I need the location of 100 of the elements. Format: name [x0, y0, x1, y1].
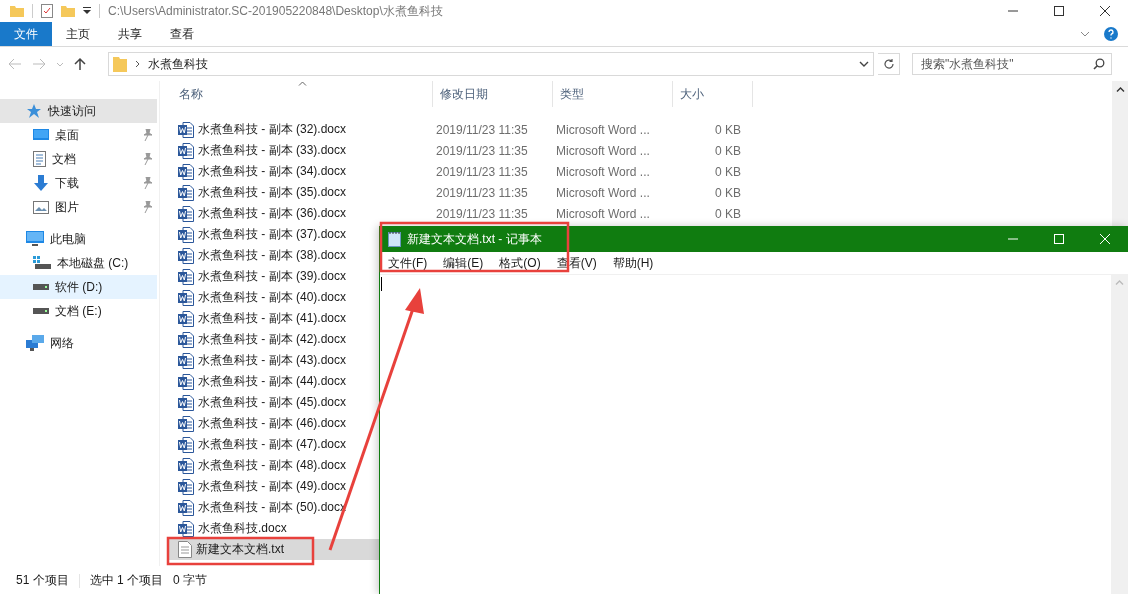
download-arrow-icon [33, 175, 49, 191]
word-document-icon [178, 310, 194, 327]
address-bar[interactable]: 水煮鱼科技 [108, 52, 874, 76]
type-cell-text: Microsoft Word ... [555, 185, 651, 200]
file-name[interactable]: 水煮鱼科技 - 副本 (48).docx [198, 457, 347, 474]
help-icon[interactable] [1104, 27, 1118, 41]
nav-item[interactable]: 文档 [0, 147, 157, 171]
file-name[interactable]: 水煮鱼科技.docx [198, 520, 287, 537]
size-cell-text: 0 KB [714, 143, 742, 158]
file-name[interactable]: 水煮鱼科技 - 副本 (42).docx [198, 331, 347, 348]
drive-icon [33, 256, 51, 270]
word-document-icon [178, 142, 194, 159]
picture-icon [33, 200, 49, 214]
menu-item[interactable]: 文件(F) [380, 254, 436, 272]
file-name[interactable]: 新建文本文档.txt [196, 541, 284, 558]
date-cell-text: 2019/11/23 11:35 [435, 206, 529, 221]
nav-item[interactable]: 文档 (E:) [0, 299, 157, 323]
pin-icon[interactable] [143, 177, 153, 189]
word-document-icon [178, 499, 194, 516]
file-name[interactable]: 水煮鱼科技 - 副本 (40).docx [198, 289, 347, 306]
file-name[interactable]: 水煮鱼科技 - 副本 (35).docx [198, 184, 347, 201]
file-name[interactable]: 水煮鱼科技 - 副本 (32).docx [198, 121, 347, 138]
type-cell-text: Microsoft Word ... [555, 164, 651, 179]
search-icon[interactable] [1093, 58, 1105, 70]
column-header[interactable]: 类型 [553, 81, 673, 107]
column-header[interactable]: 大小 [673, 81, 753, 107]
chevron-down-icon[interactable] [859, 61, 869, 67]
menu-item[interactable]: 编辑(E) [435, 254, 492, 272]
nav-item[interactable]: 此电脑 [0, 227, 157, 251]
text-file-icon [178, 541, 192, 558]
back-arrow-icon[interactable] [8, 58, 22, 70]
file-name[interactable]: 水煮鱼科技 - 副本 (34).docx [198, 163, 347, 180]
word-document-icon [178, 478, 194, 495]
window-title: C:\Users\Administrator.SC-201905220848\Desktop\水煮鱼科技 [108, 2, 444, 20]
date-cell-text: 2019/11/23 11:35 [435, 122, 529, 137]
file-name[interactable]: 水煮鱼科技 - 副本 (36).docx [198, 205, 347, 222]
size-cell-text: 0 KB [714, 185, 742, 200]
refresh-button[interactable] [878, 53, 900, 75]
date-cell-text: 2019/11/23 11:35 [435, 143, 529, 158]
file-name[interactable]: 水煮鱼科技 - 副本 (49).docx [198, 478, 347, 495]
column-header[interactable]: 修改日期 [433, 81, 553, 107]
dropdown-icon[interactable] [83, 7, 91, 15]
word-document-icon [178, 289, 194, 306]
word-document-icon [178, 205, 194, 222]
nav-item[interactable]: 下载 [0, 171, 157, 195]
folder-icon [113, 56, 127, 72]
date-cell-text: 2019/11/23 11:35 [435, 164, 529, 179]
refresh-icon [882, 58, 895, 70]
pin-icon[interactable] [143, 201, 153, 213]
pin-icon[interactable] [143, 153, 153, 165]
file-name[interactable]: 水煮鱼科技 - 副本 (41).docx [198, 310, 347, 327]
scroll-up-icon[interactable] [1115, 87, 1125, 92]
selection-size: 0 字节 [173, 572, 208, 589]
size-cell-text: 0 KB [714, 122, 742, 137]
word-document-icon [178, 268, 194, 285]
menu-item[interactable]: 格式(O) [491, 254, 549, 272]
size-cell-text: 0 KB [714, 206, 742, 221]
file-name[interactable]: 水煮鱼科技 - 副本 (37).docx [198, 226, 347, 243]
nav-item[interactable]: 桌面 [0, 123, 157, 147]
word-document-icon [178, 121, 194, 138]
word-document-icon [178, 163, 194, 180]
file-name[interactable]: 水煮鱼科技 - 副本 (44).docx [198, 373, 347, 390]
file-name[interactable]: 水煮鱼科技 - 副本 (46).docx [198, 415, 347, 432]
ribbon-tab[interactable]: 文件 [0, 22, 52, 46]
type-cell-text: Microsoft Word ... [555, 143, 651, 158]
file-name[interactable]: 水煮鱼科技 - 副本 (47).docx [198, 436, 347, 453]
file-name[interactable]: 水煮鱼科技 - 副本 (45).docx [198, 394, 347, 411]
pin-icon[interactable] [143, 129, 153, 141]
ribbon-tab[interactable]: 共享 [104, 22, 156, 46]
up-arrow-icon[interactable] [74, 57, 86, 71]
properties-icon[interactable] [41, 4, 53, 18]
search-field[interactable]: 搜索"水煮鱼科技" [912, 53, 1112, 75]
type-cell-text: Microsoft Word ... [555, 122, 651, 137]
ribbon-tab[interactable]: 主页 [52, 22, 104, 46]
ribbon-tab[interactable]: 查看 [156, 22, 208, 46]
nav-item[interactable]: 图片 [0, 195, 157, 219]
star-icon [26, 103, 42, 119]
file-name[interactable]: 水煮鱼科技 - 副本 (39).docx [198, 268, 347, 285]
menu-item[interactable]: 帮助(H) [604, 254, 662, 272]
nav-item[interactable]: 快速访问 [0, 99, 157, 123]
breadcrumb[interactable]: 水煮鱼科技 [148, 55, 208, 73]
word-document-icon [178, 415, 194, 432]
new-folder-icon[interactable] [61, 5, 75, 17]
nav-item[interactable]: 网络 [0, 331, 157, 355]
file-name[interactable]: 水煮鱼科技 - 副本 (38).docx [198, 247, 347, 264]
word-document-icon [178, 436, 194, 453]
word-document-icon [178, 520, 194, 537]
word-document-icon [178, 331, 194, 348]
file-name[interactable]: 水煮鱼科技 - 副本 (33).docx [198, 142, 347, 159]
type-cell-text: Microsoft Word ... [555, 206, 651, 221]
document-icon [33, 151, 46, 167]
forward-arrow-icon[interactable] [32, 58, 46, 70]
file-name[interactable]: 水煮鱼科技 - 副本 (43).docx [198, 352, 347, 369]
item-count: 51 个项目 [16, 572, 69, 589]
nav-item[interactable]: 软件 (D:) [0, 275, 157, 299]
column-header[interactable]: 名称 [172, 81, 433, 107]
nav-item[interactable]: 本地磁盘 (C:) [0, 251, 157, 275]
date-cell-text: 2019/11/23 11:35 [435, 185, 529, 200]
computer-icon [26, 231, 44, 247]
folder-icon[interactable] [10, 5, 24, 17]
